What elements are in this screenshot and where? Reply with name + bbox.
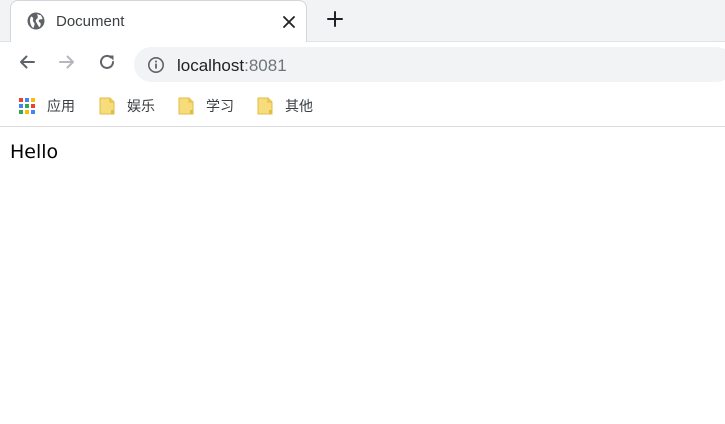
page-text: Hello (10, 141, 59, 163)
folder-icon (98, 97, 116, 115)
tab-title: Document (56, 13, 125, 30)
url-port: :8081 (244, 56, 287, 75)
reload-button[interactable] (94, 51, 120, 77)
bookmark-label: 娱乐 (127, 98, 155, 114)
tab-strip: Document (0, 0, 725, 42)
reload-icon (98, 53, 116, 76)
new-tab-button[interactable] (323, 9, 347, 33)
back-arrow-icon (18, 53, 36, 76)
apps-grid-icon (18, 97, 36, 115)
bookmark-label: 学习 (206, 98, 234, 114)
back-button[interactable] (14, 51, 40, 77)
bookmark-folder-other[interactable]: 其他 (256, 95, 313, 117)
bookmark-apps[interactable]: 应用 (18, 95, 75, 117)
forward-button[interactable] (54, 51, 80, 77)
bookmarks-bar: 应用 娱乐 学习 其他 (0, 87, 725, 127)
folder-icon (177, 97, 195, 115)
bookmark-label: 其他 (285, 98, 313, 114)
forward-arrow-icon (58, 53, 76, 76)
bookmark-label: 应用 (47, 98, 75, 114)
bookmark-folder-entertainment[interactable]: 娱乐 (98, 95, 155, 117)
toolbar: localhost:8081 (0, 42, 725, 87)
bookmark-folder-study[interactable]: 学习 (177, 95, 234, 117)
close-icon[interactable] (280, 13, 298, 31)
folder-icon (256, 97, 274, 115)
url-text: localhost:8081 (177, 56, 287, 76)
globe-icon (27, 12, 45, 30)
tab-document[interactable]: Document (10, 0, 307, 42)
info-icon[interactable] (147, 56, 165, 74)
plus-icon (327, 10, 343, 32)
address-bar[interactable]: localhost:8081 (134, 47, 725, 82)
url-host: localhost (177, 56, 245, 75)
